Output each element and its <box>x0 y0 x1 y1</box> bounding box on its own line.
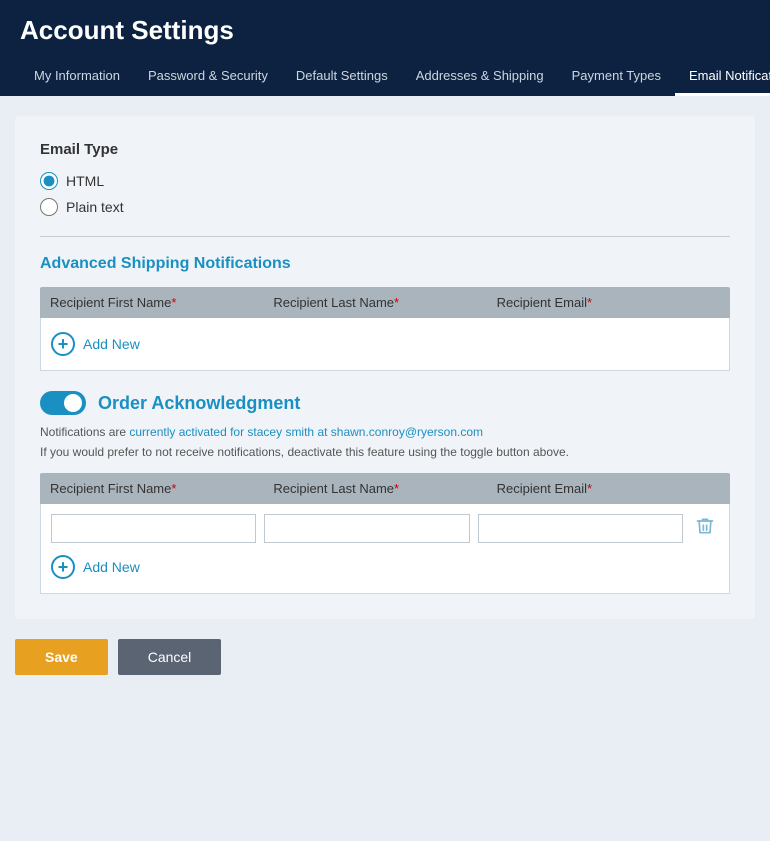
order-ack-delete-button[interactable] <box>691 516 719 541</box>
advanced-shipping-col-firstname: Recipient First Name* <box>50 295 273 310</box>
order-ack-email-input[interactable] <box>478 514 683 543</box>
order-ack-lastname-cell <box>264 514 469 543</box>
order-ack-table-body: + Add New <box>40 504 730 594</box>
advanced-shipping-col-lastname: Recipient Last Name* <box>273 295 496 310</box>
page-title: Account Settings <box>20 15 750 46</box>
order-ack-add-icon[interactable]: + <box>51 555 75 579</box>
email-type-title: Email Type <box>40 141 730 158</box>
order-acknowledgment-table: Recipient First Name* Recipient Last Nam… <box>40 473 730 594</box>
order-ack-add-label[interactable]: Add New <box>83 559 140 575</box>
email-type-radio-group: HTML Plain text <box>40 172 730 216</box>
tab-password-security[interactable]: Password & Security <box>134 60 282 96</box>
divider-1 <box>40 236 730 237</box>
order-ack-lastname-input[interactable] <box>264 514 469 543</box>
notification-deactivate-text: If you would prefer to not receive notif… <box>40 445 730 459</box>
email-type-plaintext-radio[interactable] <box>40 198 58 216</box>
tab-email-notifications[interactable]: Email Notifications <box>675 60 770 96</box>
advanced-shipping-table-header: Recipient First Name* Recipient Last Nam… <box>40 287 730 318</box>
action-buttons: Save Cancel <box>15 639 755 675</box>
order-ack-firstname-cell <box>51 514 256 543</box>
email-type-plaintext-text: Plain text <box>66 199 124 215</box>
email-type-html-radio[interactable] <box>40 172 58 190</box>
advanced-shipping-col-email: Recipient Email* <box>497 295 720 310</box>
order-ack-firstname-input[interactable] <box>51 514 256 543</box>
advanced-shipping-title: Advanced Shipping Notifications <box>40 255 730 273</box>
order-acknowledgment-header: Order Acknowledgment <box>40 391 730 415</box>
notification-info-1: Notifications are currently activated fo… <box>40 423 730 441</box>
tab-payment-types[interactable]: Payment Types <box>558 60 675 96</box>
order-ack-email-cell <box>478 514 683 543</box>
main-content: Email Type HTML Plain text Advanced Ship… <box>0 96 770 695</box>
advanced-shipping-add-icon[interactable]: + <box>51 332 75 356</box>
email-type-plaintext-label[interactable]: Plain text <box>40 198 730 216</box>
email-type-html-label[interactable]: HTML <box>40 172 730 190</box>
email-type-html-text: HTML <box>66 173 104 189</box>
order-acknowledgment-section: Order Acknowledgment Notifications are c… <box>40 391 730 594</box>
order-ack-col-lastname: Recipient Last Name* <box>273 481 496 496</box>
order-acknowledgment-title: Order Acknowledgment <box>98 393 300 414</box>
save-button[interactable]: Save <box>15 639 108 675</box>
tab-addresses-shipping[interactable]: Addresses & Shipping <box>402 60 558 96</box>
advanced-shipping-add-new-row: + Add New <box>51 328 719 360</box>
cancel-button[interactable]: Cancel <box>118 639 222 675</box>
order-ack-input-row <box>51 514 719 543</box>
order-ack-col-email: Recipient Email* <box>497 481 720 496</box>
toggle-slider <box>40 391 86 415</box>
advanced-shipping-table-body: + Add New <box>40 318 730 371</box>
settings-card: Email Type HTML Plain text Advanced Ship… <box>15 116 755 619</box>
advanced-shipping-table: Recipient First Name* Recipient Last Nam… <box>40 287 730 371</box>
advanced-shipping-add-label[interactable]: Add New <box>83 336 140 352</box>
tab-default-settings[interactable]: Default Settings <box>282 60 402 96</box>
tab-my-information[interactable]: My Information <box>20 60 134 96</box>
order-ack-col-firstname: Recipient First Name* <box>50 481 273 496</box>
order-ack-add-new-row: + Add New <box>51 551 719 583</box>
header: Account Settings My Information Password… <box>0 0 770 96</box>
navigation: My Information Password & Security Defau… <box>20 60 750 96</box>
order-ack-table-header: Recipient First Name* Recipient Last Nam… <box>40 473 730 504</box>
order-acknowledgment-toggle[interactable] <box>40 391 86 415</box>
